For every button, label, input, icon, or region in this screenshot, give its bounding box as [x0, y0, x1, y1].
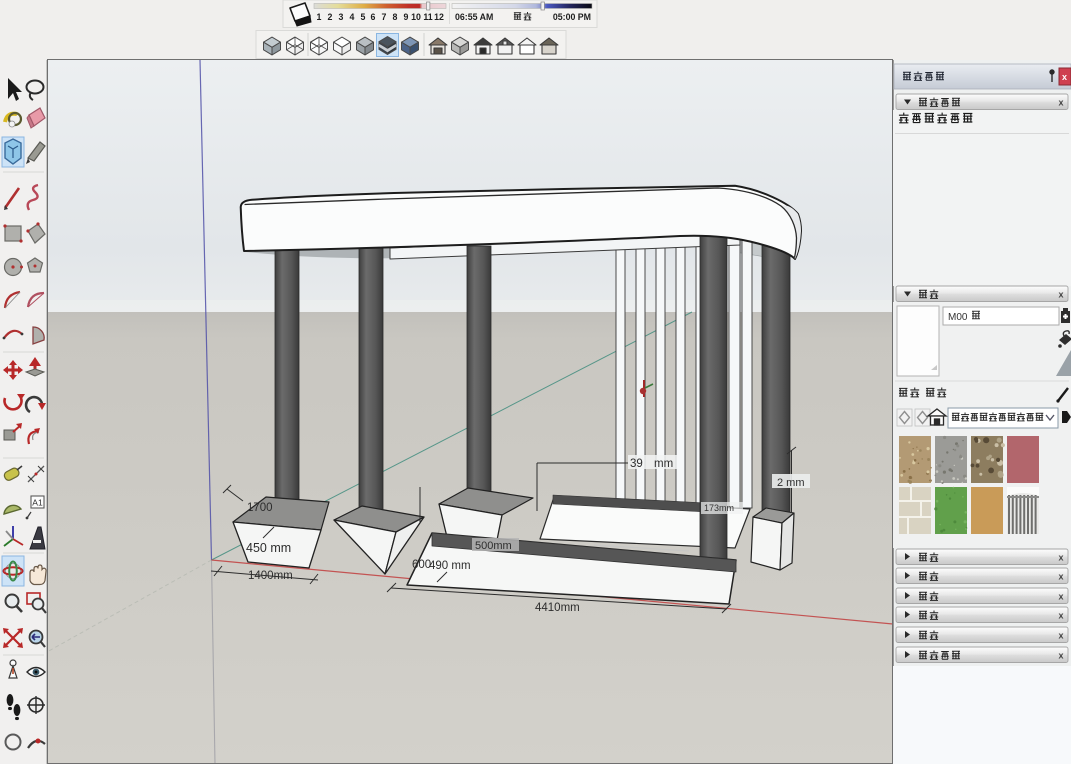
svg-text:x: x [1058, 290, 1063, 300]
svg-text:6: 6 [371, 12, 376, 22]
svg-text:1400mm: 1400mm [248, 570, 293, 582]
svg-text:A1: A1 [32, 498, 43, 508]
svg-text:5: 5 [361, 12, 366, 22]
svg-text:x: x [1058, 572, 1063, 582]
svg-text:M00: M00 [948, 312, 968, 323]
svg-text:1: 1 [317, 12, 322, 22]
svg-text:x: x [1058, 553, 1063, 563]
svg-text:11: 11 [423, 12, 432, 22]
svg-text:39: 39 [630, 458, 643, 470]
svg-text:3: 3 [339, 12, 344, 22]
svg-text:x: x [1062, 72, 1067, 82]
svg-text:2: 2 [328, 12, 333, 22]
svg-text:4: 4 [350, 12, 355, 22]
svg-text:x: x [1058, 98, 1063, 108]
svg-text:8: 8 [393, 12, 398, 22]
svg-text:4410mm: 4410mm [535, 602, 580, 614]
svg-text:2 mm: 2 mm [777, 477, 805, 489]
svg-text:12: 12 [434, 12, 444, 22]
svg-text:x: x [1058, 651, 1063, 661]
svg-text:06:55 AM: 06:55 AM [455, 12, 493, 22]
svg-text:05:00 PM: 05:00 PM [553, 12, 591, 22]
svg-text:9: 9 [404, 12, 409, 22]
svg-text:x: x [1058, 592, 1063, 602]
svg-text:490 mm: 490 mm [429, 560, 471, 572]
svg-text:mm: mm [654, 458, 673, 470]
svg-text:x: x [1058, 631, 1063, 641]
svg-text:x: x [1058, 611, 1063, 621]
svg-text:450 mm: 450 mm [246, 541, 291, 555]
svg-text:10: 10 [411, 12, 421, 22]
svg-text:7: 7 [382, 12, 387, 22]
svg-text:173mm: 173mm [704, 503, 734, 513]
svg-text:1700: 1700 [247, 502, 273, 514]
svg-text:500mm: 500mm [475, 540, 512, 552]
